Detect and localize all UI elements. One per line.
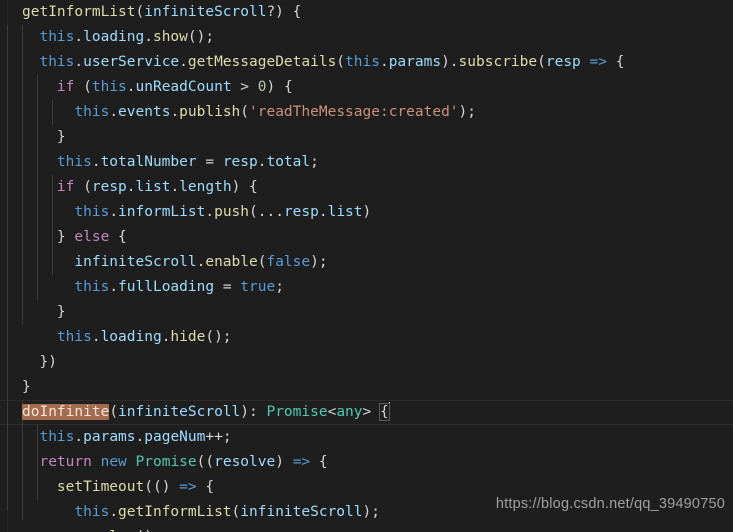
code-line-active[interactable]: doInfinite(infiniteScroll): Promise<any>… [0, 400, 733, 425]
code-line[interactable]: this.loading.hide(); [0, 325, 733, 350]
watermark-url: https://blog.csdn.net/qq_39490750 [495, 496, 725, 512]
code-line[interactable]: } else { [0, 225, 733, 250]
code-line[interactable]: return new Promise((resolve) => { [0, 450, 733, 475]
code-line[interactable]: this.events.publish('readTheMessage:crea… [0, 100, 733, 125]
code-content[interactable]: getInformList(infiniteScroll?) { this.lo… [0, 0, 733, 532]
code-line[interactable]: this.userService.getMessageDetails(this.… [0, 50, 733, 75]
code-line[interactable]: if (this.unReadCount > 0) { [0, 75, 733, 100]
code-line[interactable]: this.params.pageNum++; [0, 425, 733, 450]
code-line[interactable]: this.loading.show(); [0, 25, 733, 50]
code-line[interactable]: } [0, 375, 733, 400]
code-line[interactable]: infiniteScroll.enable(false); [0, 250, 733, 275]
token-highlighted-word[interactable]: doInfinite [22, 404, 110, 420]
text-caret [388, 402, 390, 419]
code-line[interactable]: this.informList.push(...resp.list) [0, 200, 733, 225]
code-line[interactable]: if (resp.list.length) { [0, 175, 733, 200]
token-this: this [39, 29, 75, 45]
code-line[interactable]: }) [0, 350, 733, 375]
bracket-match-indicator: { [379, 403, 390, 421]
token-function: getInformList [22, 4, 136, 20]
token-string: 'readTheMessage:created' [249, 104, 459, 120]
code-editor[interactable]: getInformList(infiniteScroll?) { this.lo… [0, 0, 733, 532]
token-parameter: infiniteScroll [144, 4, 267, 20]
code-line[interactable]: this.fullLoading = true; [0, 275, 733, 300]
token-type: Promise [266, 404, 328, 420]
code-line[interactable]: getInformList(infiniteScroll?) { [0, 0, 733, 25]
code-line[interactable]: } [0, 125, 733, 150]
code-line[interactable]: this.totalNumber = resp.total; [0, 150, 733, 175]
token-keyword: if [56, 79, 75, 95]
code-line[interactable]: } [0, 300, 733, 325]
code-line[interactable]: resolve(); [0, 525, 733, 532]
